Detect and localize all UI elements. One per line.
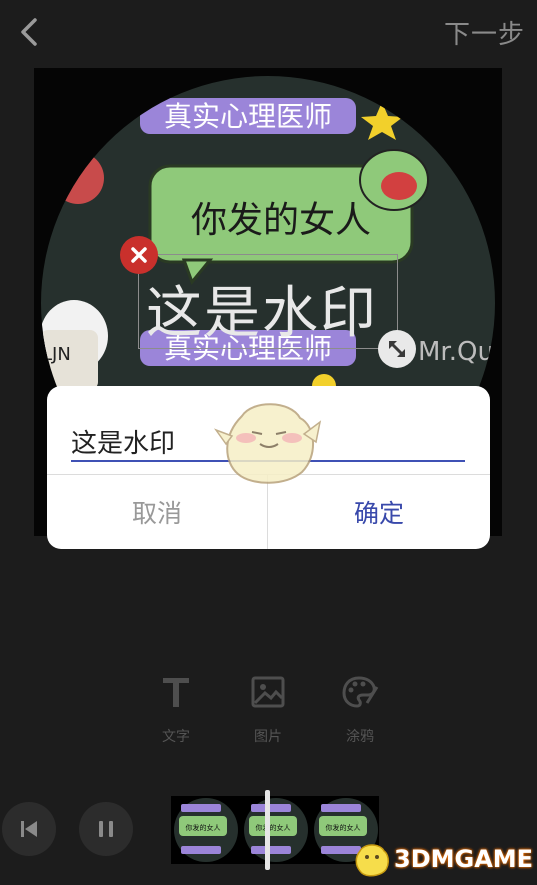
pause-icon xyxy=(99,821,113,837)
thumb-caption: 你发的女人 xyxy=(186,823,221,832)
text-icon xyxy=(163,678,189,707)
mascot-logo-icon xyxy=(355,844,389,877)
tool-text[interactable]: 文字 xyxy=(146,670,206,750)
bear-label: LJN xyxy=(42,344,71,365)
signature-text: Mr.Qu xyxy=(418,337,494,367)
banner-top-text: 真实心理医师 xyxy=(164,100,332,133)
close-icon xyxy=(131,247,147,263)
site-watermark-text: 3DMGAME xyxy=(394,845,534,873)
watermark-resize-handle[interactable] xyxy=(378,330,416,368)
tool-text-label: 文字 xyxy=(162,729,190,745)
site-watermark: 3DMGAME xyxy=(352,836,533,882)
palette-icon xyxy=(342,676,379,708)
chevron-left-icon xyxy=(21,18,37,46)
mascot-sticker xyxy=(213,403,322,484)
pause-button[interactable] xyxy=(79,802,133,856)
tool-image-label: 图片 xyxy=(254,729,282,745)
thumb-caption: 你发的女人 xyxy=(256,823,291,832)
timeline-thumbnail: 你发的女人 xyxy=(174,798,238,862)
skip-back-icon xyxy=(21,821,37,837)
bubble-text: 你发的女人 xyxy=(191,200,371,241)
back-button[interactable] xyxy=(12,14,46,50)
tools-row: 文字 图片 涂鸦 xyxy=(0,670,537,750)
tool-image[interactable]: 图片 xyxy=(238,670,298,750)
resize-icon xyxy=(389,341,405,357)
watermark-text[interactable]: 这是水印 xyxy=(146,268,378,349)
thumb-caption: 你发的女人 xyxy=(326,823,361,832)
image-icon xyxy=(251,676,285,708)
timeline-playhead[interactable] xyxy=(265,790,270,870)
timeline-strip[interactable]: 你发的女人 你发的女人 你发的女人 xyxy=(171,796,379,864)
top-bar: 下一步 xyxy=(0,0,537,64)
next-step-button[interactable]: 下一步 xyxy=(444,14,525,51)
skip-to-start-button[interactable] xyxy=(2,802,56,856)
watermark-delete-button[interactable] xyxy=(120,236,158,274)
tool-doodle-label: 涂鸦 xyxy=(346,729,374,745)
timeline-thumbnail: 你发的女人 xyxy=(244,798,308,862)
tool-doodle[interactable]: 涂鸦 xyxy=(330,670,390,750)
